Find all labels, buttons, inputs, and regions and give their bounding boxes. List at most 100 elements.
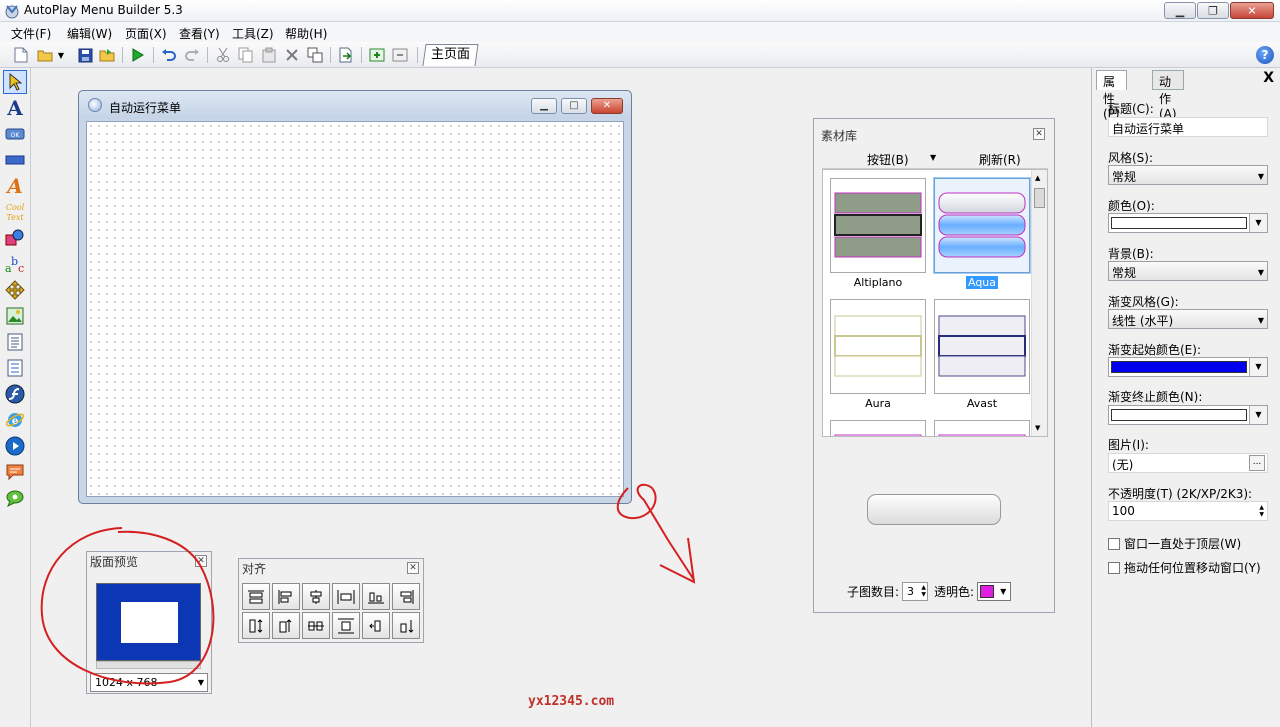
chevron-down-icon[interactable]: ▼	[1249, 358, 1267, 376]
cut-button[interactable]	[214, 46, 232, 64]
skin-altiplano[interactable]	[830, 178, 926, 273]
design-canvas[interactable]	[86, 121, 624, 497]
tool-button[interactable]: OK	[3, 122, 27, 146]
tool-media[interactable]	[3, 434, 27, 458]
undo-button[interactable]	[160, 46, 178, 64]
gradient-end-picker[interactable]: ▼	[1108, 405, 1268, 425]
library-refresh-button[interactable]: 刷新(R)	[979, 151, 1021, 168]
align-middle-v-button[interactable]	[302, 612, 330, 639]
tool-tooltip[interactable]	[3, 460, 27, 484]
tab-properties[interactable]: 属性(P)	[1096, 70, 1127, 121]
designer-title-bar[interactable]: 自动运行菜单 ▁ □ ✕	[79, 91, 631, 119]
background-select[interactable]: 常规 ▼	[1108, 261, 1268, 281]
gradient-start-picker[interactable]: ▼	[1108, 357, 1268, 377]
skin-next-2[interactable]	[934, 420, 1030, 436]
tool-document[interactable]	[3, 330, 27, 354]
tab-actions[interactable]: 动作(A)	[1152, 70, 1184, 121]
tool-pointer[interactable]	[3, 70, 27, 94]
chevron-down-icon[interactable]: ▼	[1249, 214, 1267, 232]
scrollbar-thumb[interactable]	[1034, 188, 1045, 208]
buttons-dropdown-icon[interactable]: ▼	[930, 153, 936, 162]
skin-next-1[interactable]	[830, 420, 926, 436]
import-button[interactable]	[337, 46, 355, 64]
help-button[interactable]: ?	[1256, 46, 1274, 64]
open-dropdown-button[interactable]: ▼	[56, 46, 66, 64]
gradient-style-select[interactable]: 线性 (水平) ▼	[1108, 309, 1268, 329]
space-horizontal-button[interactable]	[332, 583, 360, 610]
save-button[interactable]	[76, 46, 94, 64]
align-center-h-button[interactable]	[302, 583, 330, 610]
align-left-button[interactable]	[272, 583, 300, 610]
align-bottom-button[interactable]	[362, 583, 390, 610]
skin-avast[interactable]	[934, 299, 1030, 394]
stepper-arrows-icon[interactable]: ▲ ▼	[1259, 504, 1264, 518]
tool-cool-text[interactable]: Cool Text	[3, 200, 27, 224]
properties-close-button[interactable]: X	[1263, 70, 1274, 86]
color-picker[interactable]: ▼	[1108, 213, 1268, 233]
menu-page[interactable]: 页面(X)	[125, 25, 167, 42]
skin-preview-button[interactable]	[867, 494, 1001, 525]
designer-close-button[interactable]: ✕	[591, 98, 623, 114]
resolution-select[interactable]: 1024 x 768 ▼	[90, 673, 208, 692]
designer-maximize-button[interactable]: □	[561, 98, 587, 114]
opacity-stepper[interactable]: 100 ▲ ▼	[1108, 501, 1268, 521]
menu-file[interactable]: 文件(F)	[11, 25, 51, 42]
menu-view[interactable]: 查看(Y)	[179, 25, 220, 42]
duplicate-button[interactable]	[306, 46, 324, 64]
tool-flash[interactable]	[3, 382, 27, 406]
skin-list-scrollbar[interactable]: ▲ ▼	[1031, 170, 1047, 436]
menu-help[interactable]: 帮助(H)	[285, 25, 327, 42]
minimize-button[interactable]: ▁	[1164, 2, 1196, 19]
tool-chat[interactable]	[3, 486, 27, 510]
run-button[interactable]	[129, 46, 147, 64]
open-project-button[interactable]	[98, 46, 116, 64]
tool-list[interactable]	[3, 356, 27, 380]
tool-abc[interactable]: abc	[3, 252, 27, 276]
delete-button[interactable]	[283, 46, 301, 64]
preview-scrollbar[interactable]	[96, 661, 201, 669]
designer-minimize-button[interactable]: ▁	[531, 98, 557, 114]
tool-image[interactable]	[3, 304, 27, 328]
tool-styled-text[interactable]: A	[3, 174, 27, 198]
preview-screen[interactable]	[96, 583, 201, 661]
scroll-up-icon[interactable]: ▲	[1035, 174, 1040, 182]
browse-image-button[interactable]: ...	[1249, 455, 1265, 471]
add-page-button[interactable]	[368, 46, 386, 64]
restore-button[interactable]: ❐	[1197, 2, 1229, 19]
align-right-button[interactable]	[392, 583, 420, 610]
stepper-arrows-icon[interactable]: ▲ ▼	[921, 584, 926, 598]
image-input[interactable]: (无)...	[1108, 453, 1268, 473]
tool-browser[interactable]: e	[3, 408, 27, 432]
remove-page-button[interactable]	[391, 46, 409, 64]
menu-tools[interactable]: 工具(Z)	[232, 25, 274, 42]
tool-move[interactable]	[3, 278, 27, 302]
center-vertical-button[interactable]	[362, 612, 390, 639]
center-horizontal-button[interactable]	[392, 612, 420, 639]
paste-button[interactable]	[260, 46, 278, 64]
subimage-count-stepper[interactable]: 3 ▲ ▼	[902, 582, 929, 601]
tool-text[interactable]: A	[3, 96, 27, 120]
skin-list[interactable]: Altiplano Aqua Aura Avast ▲ ▼	[822, 169, 1048, 437]
tool-bar[interactable]	[3, 148, 27, 172]
tool-shapes[interactable]	[3, 226, 27, 250]
preview-close-button[interactable]: ✕	[195, 555, 207, 567]
menu-edit[interactable]: 编辑(W)	[67, 25, 112, 42]
same-width-button[interactable]	[272, 612, 300, 639]
skin-aura[interactable]	[830, 299, 926, 394]
drag-move-checkbox[interactable]: 拖动任何位置移动窗口(Y)	[1108, 559, 1261, 576]
preview-window-rect[interactable]	[121, 602, 178, 643]
skin-aqua[interactable]	[934, 178, 1030, 273]
space-vertical-button[interactable]	[332, 612, 360, 639]
same-height-button[interactable]	[242, 612, 270, 639]
library-tab-buttons[interactable]: 按钮(B)	[867, 151, 909, 168]
style-select[interactable]: 常规 ▼	[1108, 165, 1268, 185]
align-close-button[interactable]: ✕	[407, 562, 419, 574]
open-button[interactable]	[36, 46, 54, 64]
redo-button[interactable]	[183, 46, 201, 64]
title-input[interactable]: 自动运行菜单	[1108, 117, 1268, 137]
always-on-top-checkbox[interactable]: 窗口一直处于顶层(W)	[1108, 535, 1241, 552]
chevron-down-icon[interactable]: ▼	[1249, 406, 1267, 424]
copy-button[interactable]	[237, 46, 255, 64]
align-top-button[interactable]	[242, 583, 270, 610]
scroll-down-icon[interactable]: ▼	[1035, 424, 1040, 432]
